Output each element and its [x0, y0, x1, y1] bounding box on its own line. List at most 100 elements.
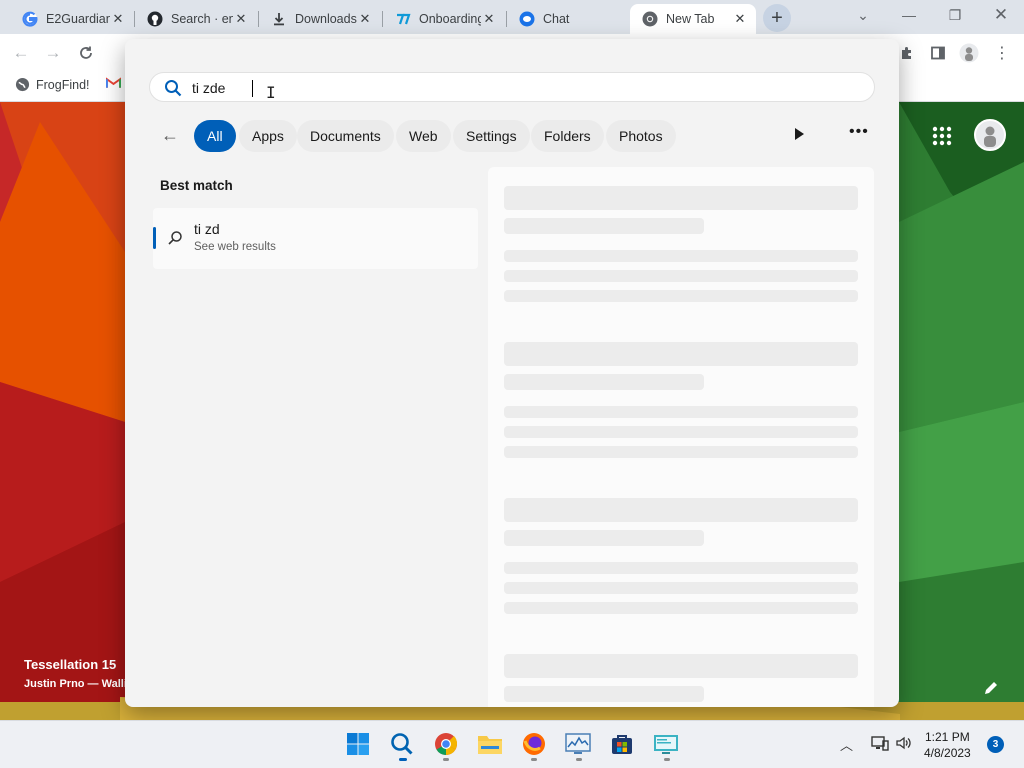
tab-title: New Tab	[666, 12, 715, 26]
chrome-icon[interactable]	[432, 730, 460, 758]
google-icon	[22, 11, 38, 27]
puzzle-icon	[902, 47, 911, 59]
firefox-icon[interactable]	[520, 730, 548, 758]
store-icon[interactable]	[608, 730, 636, 758]
result-subtitle: See web results	[194, 241, 276, 253]
loading-skeleton	[504, 498, 858, 522]
loading-skeleton	[504, 290, 858, 302]
loading-skeleton	[504, 186, 858, 210]
results-preview-pane	[488, 167, 874, 707]
reload-button[interactable]	[73, 42, 99, 64]
active-app-indicator	[399, 758, 407, 761]
back-arrow-icon[interactable]: ←	[161, 125, 179, 146]
reload-icon	[80, 46, 92, 59]
search-input[interactable]	[192, 77, 792, 99]
tab-downloads[interactable]: Downloads ✕	[259, 4, 381, 34]
tab-search-chevron-icon[interactable]: ⌄	[840, 0, 886, 30]
gmail-icon	[106, 77, 121, 88]
running-app-indicator	[664, 758, 670, 761]
system-clock[interactable]: 1:21 PM 4/8/2023	[924, 729, 971, 761]
loading-skeleton	[504, 342, 858, 366]
task-manager-icon[interactable]	[564, 730, 592, 758]
best-match-heading: Best match	[160, 178, 233, 193]
ntp-account-avatar[interactable]	[974, 119, 1006, 151]
onboarding-icon	[395, 11, 411, 27]
close-icon[interactable]: ✕	[481, 11, 497, 27]
chrome-menu-button[interactable]: ⋮	[989, 42, 1015, 64]
loading-skeleton	[504, 270, 858, 282]
wallpaper-caption: Tessellation 15 Justin Prno — Walli	[24, 657, 127, 690]
filter-settings[interactable]: Settings	[453, 120, 530, 152]
filter-apps[interactable]: Apps	[239, 120, 297, 152]
bookmark-frogfind[interactable]: FrogFind!	[15, 77, 90, 92]
forward-button[interactable]: →	[40, 42, 66, 64]
tab-title: Search · en	[171, 12, 233, 26]
tab-chat[interactable]: Chat	[507, 4, 629, 34]
tab-title: Onboarding	[419, 12, 481, 26]
loading-skeleton	[504, 426, 858, 438]
loading-skeleton	[504, 218, 704, 234]
new-tab-button[interactable]: +	[763, 4, 791, 32]
volume-icon[interactable]	[895, 735, 913, 754]
running-app-indicator	[576, 758, 582, 761]
selection-accent-bar	[153, 227, 156, 249]
tab-title: E2Guardian	[46, 12, 110, 26]
side-panel-button[interactable]	[925, 42, 951, 64]
windows-search-flyout: I ← All Apps Documents Web Settings Fold…	[125, 39, 899, 707]
loading-skeleton	[504, 582, 858, 594]
tab-title: Downloads	[295, 12, 357, 26]
text-caret	[252, 80, 253, 97]
loading-skeleton	[504, 530, 704, 546]
filter-photos[interactable]: Photos	[606, 120, 676, 152]
notification-badge[interactable]: 3	[987, 736, 1004, 753]
customize-pencil-icon[interactable]	[983, 680, 999, 699]
wallpaper-title: Tessellation 15	[24, 657, 117, 672]
github-icon	[147, 11, 163, 27]
search-box[interactable]	[149, 72, 875, 102]
search-filter-bar: ← All Apps Documents Web Settings Folder…	[125, 119, 899, 153]
more-options-icon[interactable]: •••	[849, 123, 869, 141]
filter-folders[interactable]: Folders	[531, 120, 604, 152]
windows-start-icon[interactable]	[344, 730, 372, 758]
restore-button[interactable]: ❐	[932, 0, 978, 30]
tab-search[interactable]: Search · en ✕	[135, 4, 257, 34]
text-cursor-ibeam: I	[266, 83, 276, 102]
web-search-icon	[167, 230, 183, 249]
back-button[interactable]: ←	[8, 42, 34, 64]
play-more-filters-icon[interactable]	[795, 128, 804, 140]
file-explorer-icon[interactable]	[476, 730, 504, 758]
bookmark-gmail[interactable]	[106, 77, 121, 89]
close-icon[interactable]: ✕	[110, 11, 126, 27]
chrome-icon	[642, 11, 658, 27]
minimize-button[interactable]: —	[886, 0, 932, 30]
bookmark-label: FrogFind!	[36, 77, 90, 92]
loading-skeleton	[504, 250, 858, 262]
tab-e2guardian[interactable]: E2Guardian ✕	[10, 4, 134, 34]
network-icon[interactable]	[871, 735, 889, 754]
tab-onboarding[interactable]: Onboarding ✕	[383, 4, 505, 34]
loading-skeleton	[504, 374, 704, 390]
globe-icon	[15, 77, 30, 92]
running-app-indicator	[443, 758, 449, 761]
loading-skeleton	[504, 654, 858, 678]
grid-icon	[932, 126, 952, 146]
show-hidden-icons-chevron-icon[interactable]: ︿	[840, 735, 853, 754]
profile-avatar[interactable]	[956, 42, 982, 64]
tab-title: Chat	[543, 12, 570, 26]
running-app-indicator	[531, 758, 537, 761]
download-icon	[271, 11, 287, 27]
filter-documents[interactable]: Documents	[297, 120, 394, 152]
close-icon[interactable]: ✕	[357, 11, 373, 27]
close-icon[interactable]: ✕	[233, 11, 249, 27]
clock-date: 4/8/2023	[924, 746, 971, 760]
filter-all[interactable]: All	[194, 120, 236, 152]
tab-new-tab[interactable]: New Tab ✕	[630, 4, 756, 34]
remote-desktop-icon[interactable]	[652, 730, 680, 758]
search-icon[interactable]	[388, 730, 416, 758]
best-match-result[interactable]: ti zd See web results	[153, 208, 478, 269]
filter-web[interactable]: Web	[396, 120, 451, 152]
google-apps-button[interactable]	[930, 124, 954, 148]
wallpaper-credit[interactable]: Justin Prno — Walli	[24, 678, 127, 690]
close-icon[interactable]: ✕	[732, 11, 748, 27]
close-window-button[interactable]: ✕	[978, 0, 1024, 30]
